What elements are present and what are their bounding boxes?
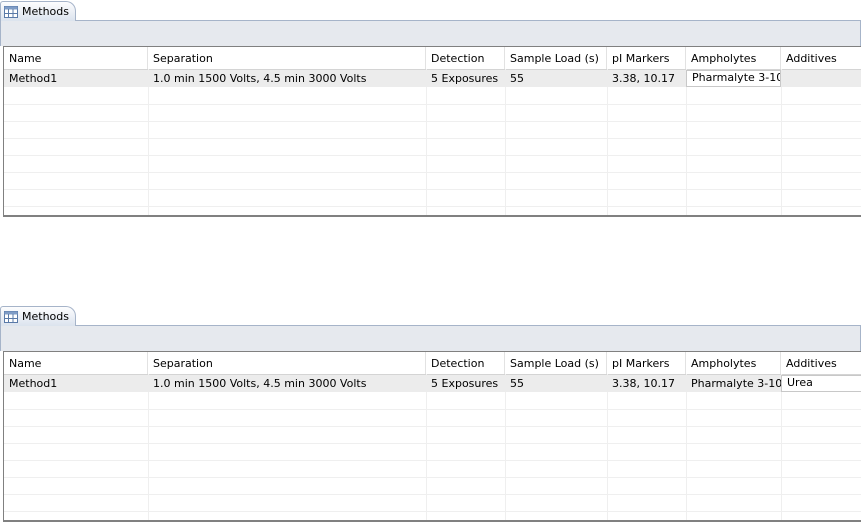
- table-grid-icon: [4, 5, 18, 18]
- column-header-name[interactable]: Name: [4, 352, 148, 374]
- cell-sample-load[interactable]: 55: [505, 70, 607, 87]
- empty-row: [4, 392, 861, 410]
- cell-name[interactable]: Method1: [4, 70, 148, 87]
- cell-detection[interactable]: 5 Exposures: [426, 70, 505, 87]
- tab-strip-border: [0, 325, 861, 326]
- empty-row: [4, 189, 861, 207]
- column-header-detection[interactable]: Detection: [426, 352, 505, 374]
- table-grid-icon: [4, 310, 18, 323]
- table-header: Name Separation Detection Sample Load (s…: [4, 47, 861, 70]
- column-header-additives[interactable]: Additives: [781, 47, 861, 69]
- empty-row: [4, 87, 861, 105]
- cell-pi-markers[interactable]: 3.38, 10.17: [607, 375, 686, 392]
- tab-methods-label: Methods: [22, 310, 69, 323]
- table-row[interactable]: Method1 1.0 min 1500 Volts, 4.5 min 3000…: [4, 375, 861, 392]
- empty-row: [4, 104, 861, 122]
- cell-additives-editor[interactable]: Urea: [781, 375, 861, 392]
- column-header-additives[interactable]: Additives: [781, 352, 861, 374]
- cell-ampholytes[interactable]: Pharmalyte 3-10: [686, 375, 781, 392]
- column-header-ampholytes[interactable]: Ampholytes: [686, 352, 781, 374]
- empty-row: [4, 494, 861, 512]
- empty-row: [4, 443, 861, 461]
- tab-methods-label: Methods: [22, 5, 69, 18]
- view-toolbar: [0, 326, 861, 351]
- tab-strip: Methods: [0, 0, 861, 21]
- cell-pi-markers[interactable]: 3.38, 10.17: [607, 70, 686, 87]
- empty-row: [4, 477, 861, 495]
- column-header-ampholytes[interactable]: Ampholytes: [686, 47, 781, 69]
- column-header-pi-markers[interactable]: pI Markers: [607, 352, 686, 374]
- cell-sample-load[interactable]: 55: [505, 375, 607, 392]
- column-header-separation[interactable]: Separation: [148, 47, 426, 69]
- cell-name[interactable]: Method1: [4, 375, 148, 392]
- column-header-sample-load[interactable]: Sample Load (s): [505, 352, 607, 374]
- empty-row: [4, 460, 861, 478]
- cell-separation[interactable]: 1.0 min 1500 Volts, 4.5 min 3000 Volts: [148, 375, 426, 392]
- table-row[interactable]: Method1 1.0 min 1500 Volts, 4.5 min 3000…: [4, 70, 861, 87]
- column-header-name[interactable]: Name: [4, 47, 148, 69]
- column-header-sample-load[interactable]: Sample Load (s): [505, 47, 607, 69]
- tab-methods[interactable]: Methods: [0, 306, 76, 326]
- cell-additives[interactable]: [781, 70, 861, 87]
- tab-methods[interactable]: Methods: [0, 1, 76, 21]
- table-header: Name Separation Detection Sample Load (s…: [4, 352, 861, 375]
- cell-detection[interactable]: 5 Exposures: [426, 375, 505, 392]
- cell-ampholytes-editor[interactable]: Pharmalyte 3-10: [686, 70, 781, 87]
- empty-row: [4, 426, 861, 444]
- empty-row: [4, 121, 861, 139]
- methods-view-top: Methods Name Separation Detection Sample…: [0, 0, 861, 217]
- column-header-separation[interactable]: Separation: [148, 352, 426, 374]
- empty-row: [4, 409, 861, 427]
- tab-strip: Methods: [0, 305, 861, 326]
- empty-row: [4, 172, 861, 190]
- tab-strip-border: [0, 20, 861, 21]
- cell-separation[interactable]: 1.0 min 1500 Volts, 4.5 min 3000 Volts: [148, 70, 426, 87]
- column-header-detection[interactable]: Detection: [426, 47, 505, 69]
- methods-table: Name Separation Detection Sample Load (s…: [3, 351, 861, 522]
- empty-row: [4, 155, 861, 173]
- empty-row: [4, 138, 861, 156]
- column-header-pi-markers[interactable]: pI Markers: [607, 47, 686, 69]
- view-toolbar: [0, 21, 861, 46]
- methods-view-bottom: Methods Name Separation Detection Sample…: [0, 305, 861, 522]
- methods-table: Name Separation Detection Sample Load (s…: [3, 46, 861, 217]
